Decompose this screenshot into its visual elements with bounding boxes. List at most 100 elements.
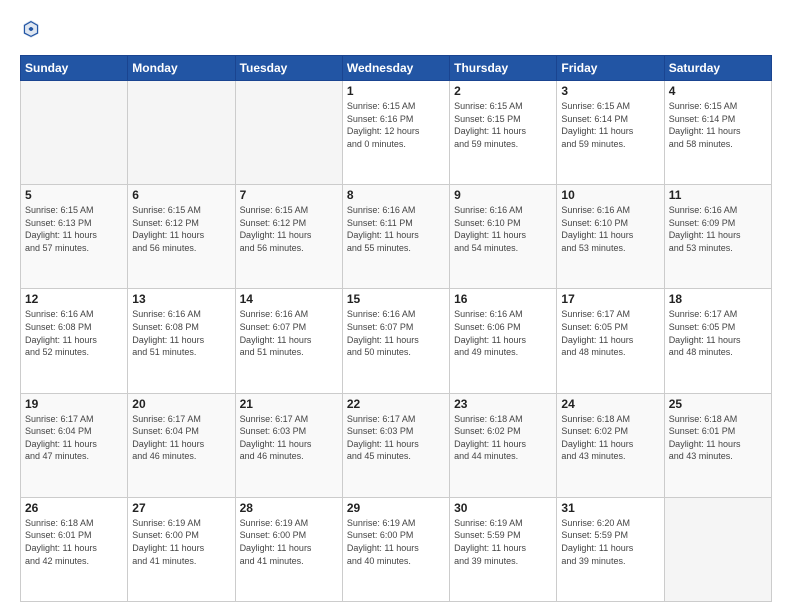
- day-info: Sunrise: 6:18 AM Sunset: 6:02 PM Dayligh…: [561, 413, 659, 463]
- calendar-cell: [664, 497, 771, 601]
- day-info: Sunrise: 6:15 AM Sunset: 6:15 PM Dayligh…: [454, 100, 552, 150]
- day-info: Sunrise: 6:15 AM Sunset: 6:14 PM Dayligh…: [669, 100, 767, 150]
- day-number: 28: [240, 501, 338, 515]
- calendar-cell: 7 Sunrise: 6:15 AM Sunset: 6:12 PM Daylig…: [235, 185, 342, 289]
- calendar-cell: 13 Sunrise: 6:16 AM Sunset: 6:08 PM Dayli…: [128, 289, 235, 393]
- day-info: Sunrise: 6:16 AM Sunset: 6:07 PM Dayligh…: [347, 308, 445, 358]
- calendar-cell: 16 Sunrise: 6:16 AM Sunset: 6:06 PM Dayli…: [450, 289, 557, 393]
- day-info: Sunrise: 6:17 AM Sunset: 6:04 PM Dayligh…: [132, 413, 230, 463]
- day-number: 6: [132, 188, 230, 202]
- calendar-cell: 17 Sunrise: 6:17 AM Sunset: 6:05 PM Dayli…: [557, 289, 664, 393]
- day-info: Sunrise: 6:16 AM Sunset: 6:08 PM Dayligh…: [132, 308, 230, 358]
- day-info: Sunrise: 6:18 AM Sunset: 6:01 PM Dayligh…: [25, 517, 123, 567]
- day-info: Sunrise: 6:16 AM Sunset: 6:11 PM Dayligh…: [347, 204, 445, 254]
- calendar-cell: 11Sunrise: 6:16 AM Sunset: 6:09 PM Dayli…: [664, 185, 771, 289]
- weekday-header-thursday: Thursday: [450, 56, 557, 81]
- day-number: 13: [132, 292, 230, 306]
- calendar-cell: 8 Sunrise: 6:16 AM Sunset: 6:11 PM Daylig…: [342, 185, 449, 289]
- day-info: Sunrise: 6:18 AM Sunset: 6:02 PM Dayligh…: [454, 413, 552, 463]
- day-number: 17: [561, 292, 659, 306]
- weekday-header-tuesday: Tuesday: [235, 56, 342, 81]
- calendar-cell: 21 Sunrise: 6:17 AM Sunset: 6:03 PM Dayli…: [235, 393, 342, 497]
- day-info: Sunrise: 6:17 AM Sunset: 6:03 PM Dayligh…: [347, 413, 445, 463]
- day-number: 5: [25, 188, 123, 202]
- calendar-cell: 14 Sunrise: 6:16 AM Sunset: 6:07 PM Dayli…: [235, 289, 342, 393]
- day-number: 8: [347, 188, 445, 202]
- day-number: 21: [240, 397, 338, 411]
- day-info: Sunrise: 6:20 AM Sunset: 5:59 PM Dayligh…: [561, 517, 659, 567]
- calendar-cell: 24 Sunrise: 6:18 AM Sunset: 6:02 PM Dayli…: [557, 393, 664, 497]
- day-number: 9: [454, 188, 552, 202]
- day-info: Sunrise: 6:19 AM Sunset: 6:00 PM Dayligh…: [132, 517, 230, 567]
- calendar-cell: 2 Sunrise: 6:15 AM Sunset: 6:15 PM Daylig…: [450, 81, 557, 185]
- calendar-cell: 29Sunrise: 6:19 AM Sunset: 6:00 PM Dayli…: [342, 497, 449, 601]
- weekday-header-friday: Friday: [557, 56, 664, 81]
- calendar-cell: 3 Sunrise: 6:15 AM Sunset: 6:14 PM Daylig…: [557, 81, 664, 185]
- calendar-cell: 18Sunrise: 6:17 AM Sunset: 6:05 PM Dayli…: [664, 289, 771, 393]
- day-info: Sunrise: 6:16 AM Sunset: 6:09 PM Dayligh…: [669, 204, 767, 254]
- day-number: 31: [561, 501, 659, 515]
- calendar-cell: 23 Sunrise: 6:18 AM Sunset: 6:02 PM Dayli…: [450, 393, 557, 497]
- page-header: [20, 18, 772, 45]
- weekday-header-wednesday: Wednesday: [342, 56, 449, 81]
- calendar-cell: 26 Sunrise: 6:18 AM Sunset: 6:01 PM Dayli…: [21, 497, 128, 601]
- day-number: 18: [669, 292, 767, 306]
- week-row-4: 19 Sunrise: 6:17 AM Sunset: 6:04 PM Dayli…: [21, 393, 772, 497]
- week-row-2: 5Sunrise: 6:15 AM Sunset: 6:13 PM Daylig…: [21, 185, 772, 289]
- day-number: 4: [669, 84, 767, 98]
- day-number: 7: [240, 188, 338, 202]
- calendar-cell: [235, 81, 342, 185]
- calendar-cell: 28 Sunrise: 6:19 AM Sunset: 6:00 PM Dayli…: [235, 497, 342, 601]
- day-number: 30: [454, 501, 552, 515]
- calendar-cell: 20 Sunrise: 6:17 AM Sunset: 6:04 PM Dayli…: [128, 393, 235, 497]
- day-info: Sunrise: 6:17 AM Sunset: 6:03 PM Dayligh…: [240, 413, 338, 463]
- day-info: Sunrise: 6:16 AM Sunset: 6:07 PM Dayligh…: [240, 308, 338, 358]
- calendar-cell: 4 Sunrise: 6:15 AM Sunset: 6:14 PM Daylig…: [664, 81, 771, 185]
- day-number: 29: [347, 501, 445, 515]
- calendar-table: SundayMondayTuesdayWednesdayThursdayFrid…: [20, 55, 772, 602]
- day-number: 12: [25, 292, 123, 306]
- calendar-cell: [21, 81, 128, 185]
- day-number: 16: [454, 292, 552, 306]
- day-info: Sunrise: 6:15 AM Sunset: 6:14 PM Dayligh…: [561, 100, 659, 150]
- week-row-5: 26 Sunrise: 6:18 AM Sunset: 6:01 PM Dayli…: [21, 497, 772, 601]
- logo: [20, 18, 44, 45]
- day-info: Sunrise: 6:18 AM Sunset: 6:01 PM Dayligh…: [669, 413, 767, 463]
- weekday-header-sunday: Sunday: [21, 56, 128, 81]
- day-info: Sunrise: 6:15 AM Sunset: 6:12 PM Dayligh…: [240, 204, 338, 254]
- calendar-cell: 27 Sunrise: 6:19 AM Sunset: 6:00 PM Dayli…: [128, 497, 235, 601]
- day-number: 22: [347, 397, 445, 411]
- calendar-cell: 19 Sunrise: 6:17 AM Sunset: 6:04 PM Dayli…: [21, 393, 128, 497]
- calendar-cell: 22 Sunrise: 6:17 AM Sunset: 6:03 PM Dayli…: [342, 393, 449, 497]
- day-number: 24: [561, 397, 659, 411]
- day-info: Sunrise: 6:17 AM Sunset: 6:04 PM Dayligh…: [25, 413, 123, 463]
- day-info: Sunrise: 6:17 AM Sunset: 6:05 PM Dayligh…: [561, 308, 659, 358]
- day-info: Sunrise: 6:16 AM Sunset: 6:10 PM Dayligh…: [561, 204, 659, 254]
- day-number: 2: [454, 84, 552, 98]
- calendar-cell: 31 Sunrise: 6:20 AM Sunset: 5:59 PM Dayli…: [557, 497, 664, 601]
- calendar-cell: 30Sunrise: 6:19 AM Sunset: 5:59 PM Dayli…: [450, 497, 557, 601]
- calendar-cell: 25 Sunrise: 6:18 AM Sunset: 6:01 PM Dayli…: [664, 393, 771, 497]
- day-info: Sunrise: 6:19 AM Sunset: 6:00 PM Dayligh…: [240, 517, 338, 567]
- day-info: Sunrise: 6:16 AM Sunset: 6:10 PM Dayligh…: [454, 204, 552, 254]
- calendar-cell: 6 Sunrise: 6:15 AM Sunset: 6:12 PM Daylig…: [128, 185, 235, 289]
- day-info: Sunrise: 6:16 AM Sunset: 6:06 PM Dayligh…: [454, 308, 552, 358]
- day-number: 14: [240, 292, 338, 306]
- day-number: 25: [669, 397, 767, 411]
- calendar-cell: 5Sunrise: 6:15 AM Sunset: 6:13 PM Daylig…: [21, 185, 128, 289]
- calendar-cell: 1Sunrise: 6:15 AM Sunset: 6:16 PM Daylig…: [342, 81, 449, 185]
- day-info: Sunrise: 6:15 AM Sunset: 6:12 PM Dayligh…: [132, 204, 230, 254]
- day-number: 27: [132, 501, 230, 515]
- day-number: 19: [25, 397, 123, 411]
- day-number: 3: [561, 84, 659, 98]
- day-number: 15: [347, 292, 445, 306]
- day-number: 26: [25, 501, 123, 515]
- day-number: 20: [132, 397, 230, 411]
- day-number: 23: [454, 397, 552, 411]
- calendar-cell: [128, 81, 235, 185]
- weekday-header-row: SundayMondayTuesdayWednesdayThursdayFrid…: [21, 56, 772, 81]
- weekday-header-monday: Monday: [128, 56, 235, 81]
- week-row-3: 12 Sunrise: 6:16 AM Sunset: 6:08 PM Dayli…: [21, 289, 772, 393]
- day-info: Sunrise: 6:16 AM Sunset: 6:08 PM Dayligh…: [25, 308, 123, 358]
- calendar-cell: 9 Sunrise: 6:16 AM Sunset: 6:10 PM Daylig…: [450, 185, 557, 289]
